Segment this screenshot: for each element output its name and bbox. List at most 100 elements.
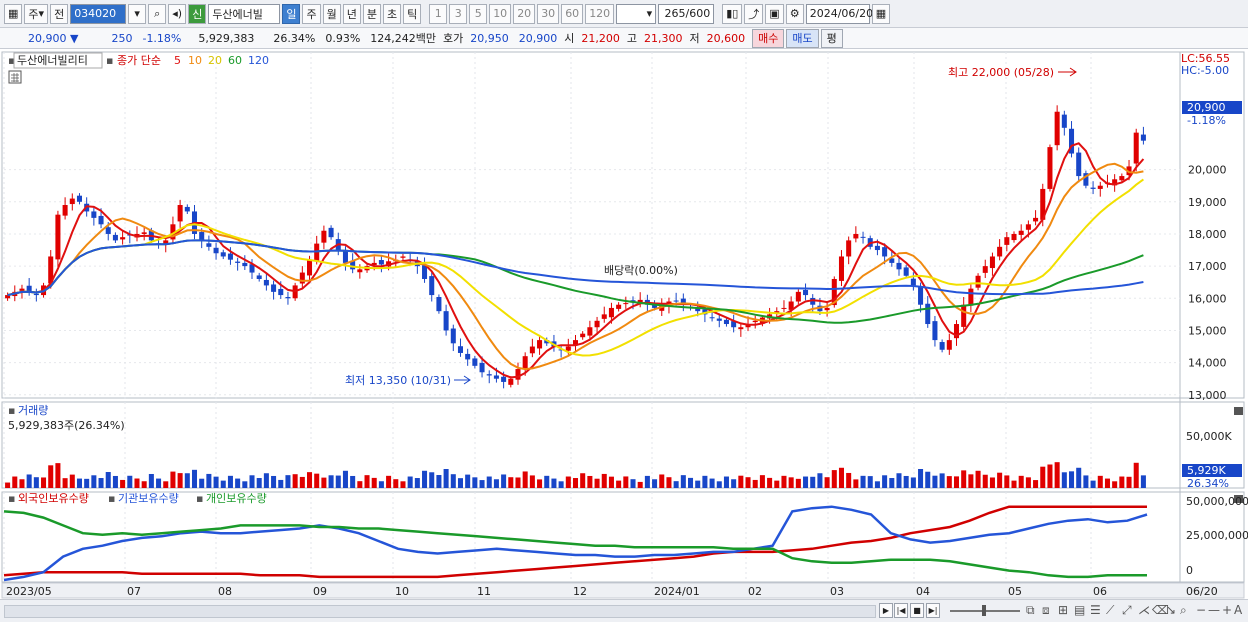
stock-chart[interactable]: ▪ 두산에너빌리티 ▪ 종가 단순 5 10 20 60 120 LC:56.5… <box>0 50 1248 599</box>
period-tick-button[interactable]: 틱 <box>403 3 422 24</box>
candle-body <box>400 256 406 258</box>
volume-bar <box>1011 480 1017 488</box>
interval-120-button[interactable]: 120 <box>585 3 615 24</box>
evaluate-button[interactable]: 평 <box>820 28 843 48</box>
candle-type-icon[interactable]: ▮▯ <box>722 3 743 24</box>
volume-bar <box>62 478 68 488</box>
candle-body <box>946 340 952 350</box>
volume-bar <box>932 475 938 488</box>
period-day-button[interactable]: 일 <box>282 3 301 24</box>
volume-bar <box>220 480 226 488</box>
volume-bar <box>1004 475 1010 488</box>
chart-scrollbar[interactable] <box>4 605 876 618</box>
date-input[interactable]: 2024/06/20 <box>805 3 873 24</box>
volume-panel-close-icon[interactable] <box>1234 407 1243 415</box>
market-select[interactable]: 주 ▾ <box>24 3 49 24</box>
candle-body <box>443 311 449 331</box>
candle-body <box>213 247 219 254</box>
list-icon[interactable]: ☰ <box>1090 603 1101 617</box>
stock-name-label[interactable]: 두산에너빌리티 <box>17 54 88 67</box>
stock-code-input[interactable]: 034020 <box>70 3 127 24</box>
candle-body <box>623 303 629 305</box>
price-ytick: 16,000 <box>1188 292 1227 305</box>
candle-body <box>1090 187 1096 189</box>
volume-bar <box>33 477 39 488</box>
volume-bar <box>551 478 557 488</box>
interval-custom-input[interactable]: ▾ <box>616 3 657 24</box>
volume-bar <box>350 475 356 488</box>
ma-120-label[interactable]: 120 <box>248 54 269 67</box>
volume-bar <box>321 477 327 488</box>
stock-name-field[interactable]: 두산에너빌 <box>208 3 281 24</box>
ma-60-label[interactable]: 60 <box>228 54 242 67</box>
window-icon[interactable]: ⧈ <box>1042 603 1050 618</box>
interval-60-button[interactable]: 60 <box>561 3 584 24</box>
candle-body <box>242 262 248 267</box>
gear-icon[interactable]: ⚙ <box>785 3 804 24</box>
stop-icon[interactable]: ■ <box>910 603 924 618</box>
flat-icon[interactable]: — <box>1208 603 1220 617</box>
trend-tool-icon[interactable]: ⤢ <box>1122 603 1132 618</box>
period-minute-button[interactable]: 분 <box>362 3 381 24</box>
ma-5-label[interactable]: 5 <box>174 54 181 67</box>
drawing-tool-icon[interactable]: ⤴ <box>744 3 764 24</box>
candle-body <box>357 269 363 273</box>
period-week-button[interactable]: 주 <box>302 3 321 24</box>
candle-body <box>472 358 478 366</box>
volume-bar <box>76 478 82 488</box>
x-axis-label: 05 <box>1008 585 1022 598</box>
candle-body <box>465 353 471 360</box>
candle-body <box>271 284 277 292</box>
zoom-slider-handle[interactable] <box>982 605 986 616</box>
split-icon[interactable]: ⊞ <box>1058 603 1068 617</box>
x-axis-strip <box>1 582 1245 599</box>
zoom-out-icon[interactable]: − <box>1196 603 1206 617</box>
interval-10-button[interactable]: 10 <box>489 3 512 24</box>
period-second-button[interactable]: 초 <box>382 3 402 24</box>
line-tool-icon[interactable]: ⟋ <box>1106 603 1114 618</box>
interval-3-button[interactable]: 3 <box>449 3 468 24</box>
ma-20-label[interactable]: 20 <box>208 54 222 67</box>
search-icon[interactable]: ⌕ <box>1180 603 1187 618</box>
scroll-last-icon[interactable]: ▶| <box>926 603 940 618</box>
buy-button[interactable]: 매수 <box>752 28 785 48</box>
candle-body <box>378 260 384 265</box>
volume-bar <box>680 475 686 488</box>
search-icon[interactable]: ⌕ <box>148 3 167 24</box>
save-icon[interactable]: ▣ <box>765 3 784 24</box>
sell-button[interactable]: 매도 <box>786 28 819 48</box>
fibo-tool-icon[interactable]: ⋌ <box>1138 603 1150 617</box>
interval-30-button[interactable]: 30 <box>537 3 560 24</box>
volume-bar <box>882 475 888 488</box>
scroll-right-icon[interactable]: ▶ <box>879 603 893 618</box>
speaker-icon[interactable]: ◂) <box>168 3 187 24</box>
table-icon[interactable]: ▤ <box>1074 603 1085 617</box>
interval-20-button[interactable]: 20 <box>513 3 536 24</box>
volume-bar <box>853 479 859 488</box>
zoom-in-icon[interactable]: + <box>1222 603 1232 617</box>
volume-bar <box>997 472 1003 488</box>
layout-icon[interactable]: ▦ <box>4 3 23 24</box>
volume-bar <box>407 476 413 488</box>
font-size-icon[interactable]: A <box>1234 603 1242 617</box>
count-input[interactable]: 265/600 <box>658 3 715 24</box>
ma-type-label[interactable]: 종가 단순 <box>117 54 161 67</box>
candle-body <box>321 230 327 243</box>
volume-bar <box>918 469 924 488</box>
interval-1-button[interactable]: 1 <box>429 3 448 24</box>
period-month-button[interactable]: 월 <box>322 3 341 24</box>
prefix-button[interactable]: 전 <box>50 3 69 24</box>
copy-icon[interactable]: ⧉ <box>1026 603 1035 618</box>
interval-5-button[interactable]: 5 <box>469 3 488 24</box>
volume-bar <box>249 475 255 488</box>
period-year-button[interactable]: 년 <box>342 3 361 24</box>
scroll-first-icon[interactable]: |◀ <box>894 603 908 618</box>
volume-bar <box>91 475 97 488</box>
price-ytick: 19,000 <box>1188 196 1227 209</box>
calendar-icon[interactable]: ▦ <box>871 3 891 24</box>
arrow-tool-icon[interactable]: ↘ <box>1166 603 1176 617</box>
candle-body <box>982 266 988 273</box>
volume-bar <box>127 475 133 488</box>
code-dropdown-icon[interactable]: ▾ <box>128 3 147 24</box>
ma-10-label[interactable]: 10 <box>188 54 202 67</box>
